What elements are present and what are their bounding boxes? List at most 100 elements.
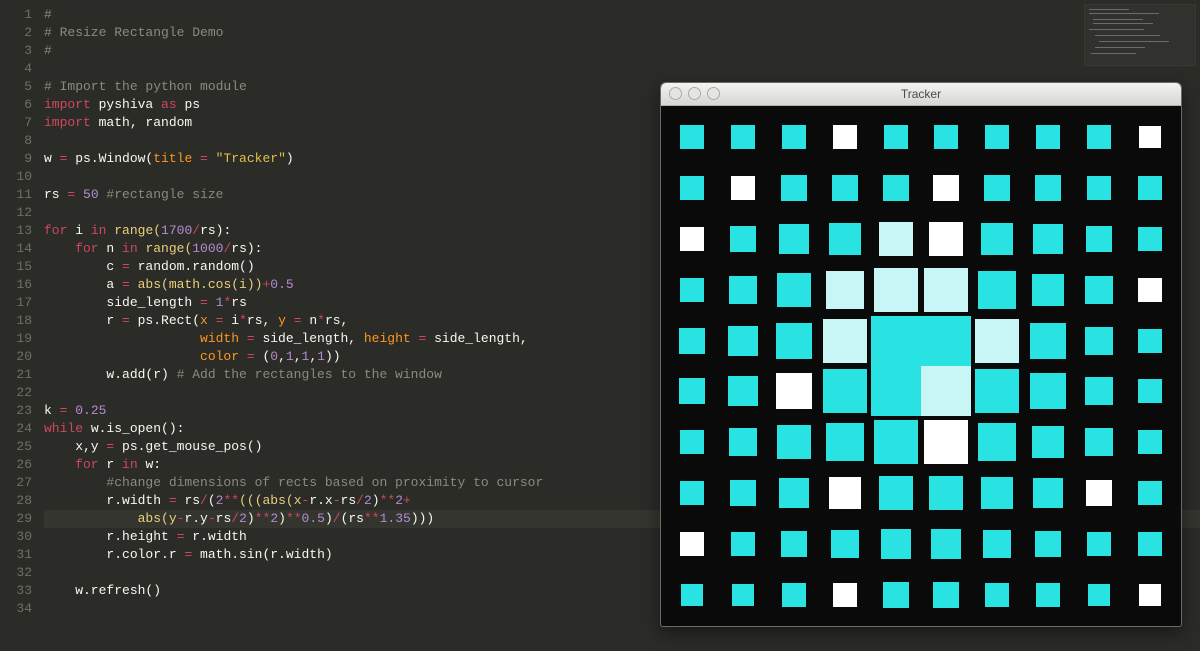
rect[interactable] [777,273,811,307]
grid-cell[interactable] [921,569,972,620]
rect-grid[interactable] [661,106,1181,626]
rect[interactable] [731,125,755,149]
grid-cell[interactable] [1023,315,1074,366]
rect[interactable] [729,276,757,304]
grid-cell[interactable] [1023,518,1074,569]
grid-cell[interactable] [667,569,718,620]
rect[interactable] [1033,478,1063,508]
rect[interactable] [728,376,758,406]
rect[interactable] [826,271,864,309]
grid-cell[interactable] [667,112,718,163]
rect[interactable] [680,125,704,149]
code-line[interactable]: # [44,42,1200,60]
rect[interactable] [680,532,704,556]
grid-cell[interactable] [1023,569,1074,620]
grid-cell[interactable] [921,315,972,366]
rect[interactable] [883,175,909,201]
grid-cell[interactable] [718,366,769,417]
grid-cell[interactable] [1023,214,1074,265]
grid-cell[interactable] [870,518,921,569]
grid-cell[interactable] [870,569,921,620]
grid-cell[interactable] [921,214,972,265]
rect[interactable] [781,175,807,201]
grid-cell[interactable] [718,417,769,468]
rect[interactable] [1138,278,1162,302]
grid-cell[interactable] [870,417,921,468]
grid-cell[interactable] [921,468,972,519]
grid-cell[interactable] [1124,163,1175,214]
grid-cell[interactable] [1124,315,1175,366]
rect[interactable] [826,423,864,461]
rect[interactable] [983,530,1011,558]
rect[interactable] [881,529,911,559]
grid-cell[interactable] [769,468,820,519]
grid-cell[interactable] [667,366,718,417]
grid-cell[interactable] [1124,518,1175,569]
rect[interactable] [730,226,756,252]
grid-cell[interactable] [1073,366,1124,417]
tracker-window[interactable]: Tracker [660,82,1182,627]
rect[interactable] [1138,329,1162,353]
grid-cell[interactable] [667,214,718,265]
grid-cell[interactable] [1073,417,1124,468]
grid-cell[interactable] [769,518,820,569]
grid-cell[interactable] [819,468,870,519]
rect[interactable] [879,476,913,510]
code-line[interactable] [44,60,1200,78]
grid-cell[interactable] [718,569,769,620]
rect[interactable] [1030,373,1066,409]
rect[interactable] [782,583,806,607]
grid-cell[interactable] [1023,417,1074,468]
grid-cell[interactable] [1023,264,1074,315]
grid-cell[interactable] [667,468,718,519]
rect[interactable] [1030,323,1066,359]
grid-cell[interactable] [1073,112,1124,163]
grid-cell[interactable] [972,112,1023,163]
rect[interactable] [823,319,867,363]
grid-cell[interactable] [972,417,1023,468]
grid-cell[interactable] [769,163,820,214]
rect[interactable] [833,125,857,149]
rect[interactable] [731,176,755,200]
grid-cell[interactable] [972,163,1023,214]
grid-cell[interactable] [972,518,1023,569]
grid-cell[interactable] [1073,468,1124,519]
grid-cell[interactable] [819,112,870,163]
rect[interactable] [1036,125,1060,149]
grid-cell[interactable] [870,163,921,214]
grid-cell[interactable] [819,569,870,620]
grid-cell[interactable] [1073,315,1124,366]
rect[interactable] [680,430,704,454]
rect[interactable] [679,328,705,354]
grid-cell[interactable] [718,112,769,163]
rect[interactable] [921,366,971,416]
rect[interactable] [921,316,971,366]
grid-cell[interactable] [870,264,921,315]
grid-cell[interactable] [1124,214,1175,265]
grid-cell[interactable] [921,518,972,569]
grid-cell[interactable] [1073,518,1124,569]
rect[interactable] [1138,227,1162,251]
grid-cell[interactable] [819,315,870,366]
grid-cell[interactable] [921,163,972,214]
grid-cell[interactable] [769,214,820,265]
rect[interactable] [1138,532,1162,556]
grid-cell[interactable] [1023,163,1074,214]
grid-cell[interactable] [819,264,870,315]
rect[interactable] [1085,428,1113,456]
rect[interactable] [874,268,918,312]
rect[interactable] [1138,430,1162,454]
rect[interactable] [874,420,918,464]
rect[interactable] [732,584,754,606]
rect[interactable] [981,477,1013,509]
grid-cell[interactable] [769,112,820,163]
rect[interactable] [1138,481,1162,505]
rect[interactable] [680,278,704,302]
grid-cell[interactable] [667,518,718,569]
minimap[interactable] [1084,4,1196,66]
rect[interactable] [729,428,757,456]
rect[interactable] [884,125,908,149]
rect[interactable] [1139,126,1161,148]
rect[interactable] [978,423,1016,461]
rect[interactable] [933,582,959,608]
